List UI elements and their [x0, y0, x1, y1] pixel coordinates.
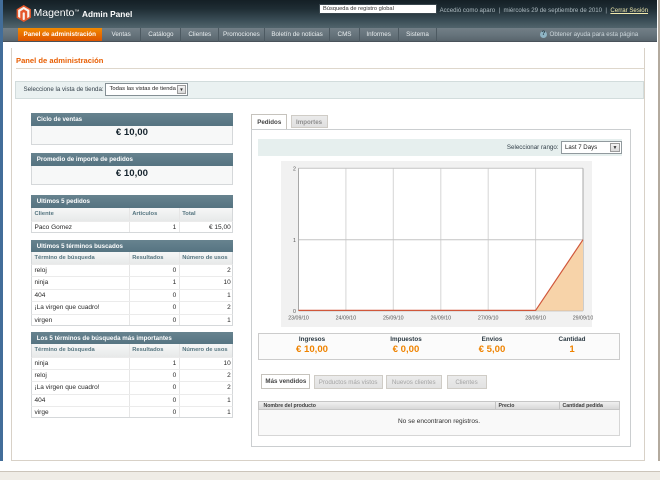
svg-text:24/09/10: 24/09/10: [335, 316, 356, 322]
svg-text:1: 1: [293, 238, 296, 244]
svg-text:25/09/10: 25/09/10: [382, 316, 403, 322]
svg-text:28/09/10: 28/09/10: [525, 316, 546, 322]
svg-text:23/09/10: 23/09/10: [288, 316, 309, 322]
svg-text:0: 0: [293, 309, 296, 315]
svg-text:26/09/10: 26/09/10: [430, 316, 451, 322]
svg-text:2: 2: [293, 166, 296, 172]
svg-text:29/09/10: 29/09/10: [572, 316, 592, 322]
svg-text:27/09/10: 27/09/10: [477, 316, 498, 322]
